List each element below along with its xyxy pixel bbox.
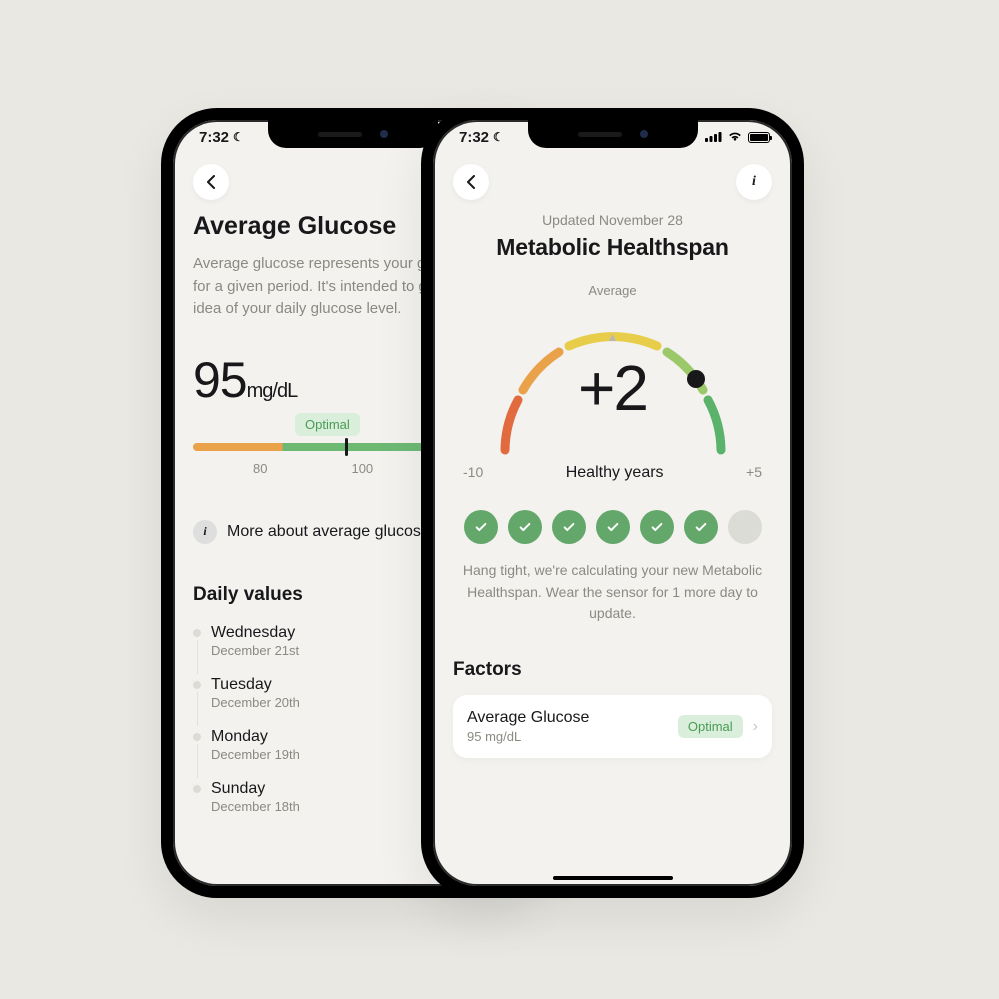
status-message: Hang tight, we're calculating your new M…: [453, 560, 772, 625]
healthspan-gauge: ▲ +2: [483, 310, 743, 460]
scale-max: +5: [746, 464, 762, 480]
factors-heading: Factors: [453, 659, 772, 681]
status-time: 7:32: [459, 129, 489, 146]
screen-right: i Updated November 28 Metabolic Healthsp…: [433, 160, 792, 886]
timeline-dot-icon: [193, 785, 201, 793]
score-value: +2: [483, 356, 743, 420]
streak-dot-complete: [552, 510, 586, 544]
range-status-pill: Optimal: [295, 413, 360, 436]
home-indicator[interactable]: [553, 876, 673, 880]
dnd-icon: ☾: [493, 130, 504, 144]
chevron-right-icon: ›: [753, 718, 758, 736]
factor-name: Average Glucose: [467, 709, 668, 727]
status-time: 7:32: [199, 129, 229, 146]
factor-status-pill: Optimal: [678, 715, 743, 738]
streak-dot-complete: [508, 510, 542, 544]
updated-label: Updated November 28: [453, 212, 772, 228]
notch: [268, 120, 438, 148]
streak-dot-complete: [684, 510, 718, 544]
streak-dot-complete: [596, 510, 630, 544]
gauge-caption: Healthy years: [566, 464, 664, 482]
battery-icon: [748, 132, 770, 143]
streak-row: [453, 510, 772, 544]
timeline-dot-icon: [193, 629, 201, 637]
notch: [528, 120, 698, 148]
streak-dot-complete: [464, 510, 498, 544]
phone-right: 7:32 ☾ i Updated November 28 Metabolic He…: [421, 108, 804, 898]
dnd-icon: ☾: [233, 130, 244, 144]
back-button[interactable]: [193, 164, 229, 200]
page-title: Metabolic Healthspan: [453, 234, 772, 261]
factor-card-average-glucose[interactable]: Average Glucose 95 mg/dL Optimal ›: [453, 695, 772, 758]
back-button[interactable]: [453, 164, 489, 200]
gauge-label: Average: [453, 283, 772, 298]
timeline-dot-icon: [193, 733, 201, 741]
scale-min: -10: [463, 464, 483, 480]
gauge-pointer-icon: ▲: [607, 330, 619, 344]
streak-dot-pending: [728, 510, 762, 544]
wifi-icon: [727, 129, 743, 146]
info-icon: i: [193, 520, 217, 544]
range-marker: [345, 438, 348, 456]
factor-value: 95 mg/dL: [467, 729, 668, 744]
timeline-dot-icon: [193, 681, 201, 689]
streak-dot-complete: [640, 510, 674, 544]
info-button[interactable]: i: [736, 164, 772, 200]
signal-icon: [705, 129, 722, 146]
